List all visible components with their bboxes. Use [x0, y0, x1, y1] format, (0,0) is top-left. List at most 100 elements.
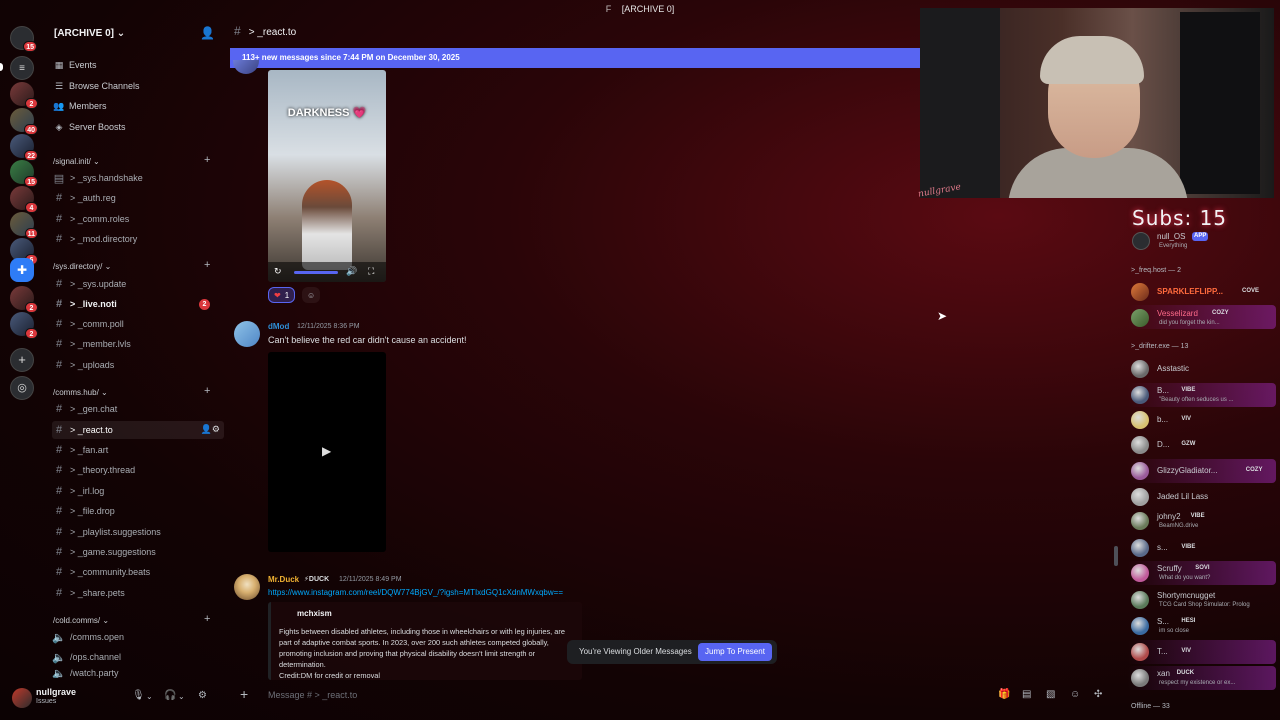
member-name[interactable]: johny2: [1157, 512, 1181, 521]
embed-author[interactable]: mchxism: [297, 609, 332, 618]
channel-settings-icons[interactable]: 👤⚙: [201, 424, 220, 435]
gift-icon[interactable]: 🎁: [998, 689, 1010, 700]
channel-item[interactable]: # > _irl.log: [52, 482, 224, 500]
avatar[interactable]: [1131, 283, 1149, 301]
channel-item[interactable]: ▤ > _sys.handshake: [52, 169, 224, 187]
avatar[interactable]: [1131, 512, 1149, 530]
video-attachment[interactable]: DARKNESS 💗 ↻ 🔊 ⛶: [268, 70, 386, 282]
server-name-header[interactable]: [ARCHIVE 0] ⌄: [54, 28, 125, 39]
add-server-icon[interactable]: +: [10, 348, 34, 372]
attach-plus-icon[interactable]: +: [240, 686, 248, 702]
apps-icon[interactable]: ✣: [1094, 689, 1102, 700]
server-icon[interactable]: 2: [10, 286, 38, 313]
avatar[interactable]: [1131, 643, 1149, 661]
channel-item[interactable]: # > _game.suggestions: [52, 543, 224, 561]
server-icon[interactable]: 40: [10, 108, 38, 135]
server-icon[interactable]: 4: [10, 186, 38, 213]
add-channel-icon[interactable]: +: [204, 385, 210, 397]
channel-item[interactable]: # > _playlist.suggestions: [52, 523, 224, 541]
server-icon[interactable]: 11: [10, 212, 38, 239]
avatar[interactable]: [1131, 669, 1149, 687]
avatar[interactable]: [1132, 232, 1150, 250]
voice-channel-item[interactable]: 🔈 /ops.channel: [52, 648, 224, 666]
avatar[interactable]: [1131, 436, 1149, 454]
member-name[interactable]: s...: [1157, 543, 1168, 552]
member-name[interactable]: T...: [1157, 647, 1168, 656]
nav-server-boosts[interactable]: ◈ Server Boosts: [52, 118, 126, 136]
avatar[interactable]: [1131, 309, 1149, 327]
avatar[interactable]: [1131, 591, 1149, 609]
channel-item-selected[interactable]: # > _react.to 👤⚙: [52, 421, 224, 439]
avatar[interactable]: [233, 60, 259, 74]
nav-members[interactable]: 👥 Members: [52, 97, 106, 115]
message-author[interactable]: Mr.Duck: [268, 575, 299, 584]
channel-item[interactable]: # > _mod.directory: [52, 230, 224, 248]
nav-events[interactable]: ▦ Events: [52, 56, 97, 74]
nav-browse-channels[interactable]: ☰ Browse Channels: [52, 77, 140, 95]
category-header[interactable]: /signal.init/ ⌄: [53, 157, 100, 166]
channel-item[interactable]: # > _comm.roles: [52, 210, 224, 228]
add-channel-icon[interactable]: +: [204, 154, 210, 166]
microphone-icon[interactable]: 🎙: [132, 690, 145, 701]
category-header[interactable]: /cold.comms/ ⌄: [53, 616, 109, 625]
avatar[interactable]: [1131, 360, 1149, 378]
avatar[interactable]: [1131, 462, 1149, 480]
new-messages-banner[interactable]: 113+ new messages since 7:44 PM on Decem…: [230, 48, 920, 68]
member-name[interactable]: Jaded Lil Lass: [1157, 492, 1208, 501]
avatar[interactable]: [1131, 386, 1149, 404]
server-icon[interactable]: 15: [10, 160, 38, 187]
avatar[interactable]: [12, 688, 32, 708]
channel-item[interactable]: # > _file.drop: [52, 502, 224, 520]
plus-server-icon[interactable]: ✚: [10, 258, 34, 282]
member-name[interactable]: xan: [1157, 669, 1170, 678]
add-reaction-button[interactable]: ☺: [302, 287, 321, 303]
channel-item[interactable]: # > _member.lvls: [52, 335, 224, 353]
gear-icon[interactable]: ⚙: [198, 690, 207, 701]
discover-icon[interactable]: ◎: [10, 376, 34, 400]
member-name[interactable]: D...: [1157, 440, 1169, 449]
channel-item[interactable]: # > _community.beats: [52, 563, 224, 581]
member-name[interactable]: null_OS: [1157, 232, 1185, 241]
server-icon[interactable]: 22: [10, 134, 38, 161]
add-channel-icon[interactable]: +: [204, 613, 210, 625]
replay-icon[interactable]: ↻: [274, 266, 282, 277]
headphones-icon[interactable]: 🎧: [164, 690, 176, 701]
member-name[interactable]: Vesselizard: [1157, 309, 1198, 318]
message-author[interactable]: dMod: [268, 322, 289, 331]
message-input[interactable]: Message # > _react.to: [268, 690, 357, 700]
avatar[interactable]: [1131, 539, 1149, 557]
channel-item[interactable]: # > _live.noti 2: [52, 295, 224, 313]
member-name[interactable]: Asstastic: [1157, 364, 1189, 373]
chevron-down-icon[interactable]: ⌄: [178, 692, 185, 701]
chevron-down-icon[interactable]: ⌄: [146, 692, 153, 701]
message-link[interactable]: https://www.instagram.com/reel/DQW774BjG…: [268, 588, 563, 597]
avatar[interactable]: [234, 574, 260, 600]
avatar[interactable]: [234, 321, 260, 347]
member-name[interactable]: Scruffy: [1157, 564, 1182, 573]
voice-channel-item[interactable]: 🔈 /comms.open: [52, 628, 224, 646]
chat-scrollbar[interactable]: [1114, 546, 1118, 566]
server-icon[interactable]: 15: [10, 26, 37, 52]
channel-item[interactable]: # > _comm.poll: [52, 315, 224, 333]
category-header[interactable]: /sys.directory/ ⌄: [53, 262, 111, 271]
member-name[interactable]: GlizzyGladiator...: [1157, 466, 1217, 475]
channel-item[interactable]: # > _theory.thread: [52, 461, 224, 479]
member-name[interactable]: b...: [1157, 415, 1168, 424]
avatar[interactable]: [1131, 488, 1149, 506]
channel-item[interactable]: # > _auth.reg: [52, 189, 224, 207]
channel-item[interactable]: # > _fan.art: [52, 441, 224, 459]
avatar[interactable]: [1131, 564, 1149, 582]
emoji-icon[interactable]: ☺: [1070, 689, 1080, 700]
avatar[interactable]: [1131, 617, 1149, 635]
category-header[interactable]: /comms.hub/ ⌄: [53, 388, 108, 397]
server-icon[interactable]: 2: [10, 312, 38, 339]
member-name[interactable]: Shortymcnugget: [1157, 591, 1215, 600]
server-icon[interactable]: 2: [10, 82, 38, 109]
heart-reaction[interactable]: ❤ 1: [268, 287, 296, 303]
volume-icon[interactable]: 🔊: [346, 266, 357, 277]
gif-icon[interactable]: ▤: [1022, 689, 1031, 700]
avatar[interactable]: [1131, 411, 1149, 429]
jump-to-present-button[interactable]: Jump To Present: [698, 643, 772, 661]
add-channel-icon[interactable]: +: [204, 259, 210, 271]
member-name[interactable]: B...: [1157, 386, 1169, 395]
